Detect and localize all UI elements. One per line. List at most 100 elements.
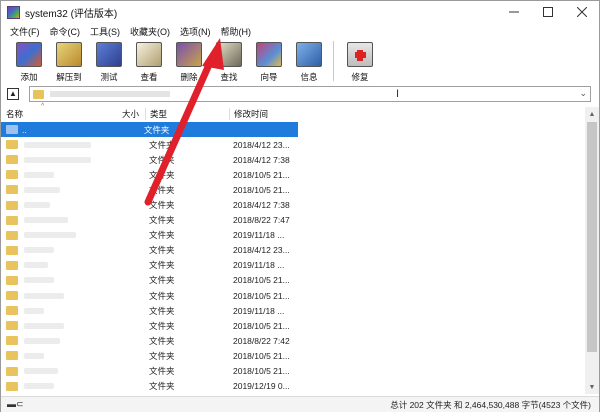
file-modified-cell: 2018/8/22 7:47 bbox=[233, 215, 290, 226]
folder-icon bbox=[33, 89, 44, 99]
file-row[interactable]: 文件夹 2018/10/5 21... bbox=[1, 288, 585, 303]
file-row[interactable]: 文件夹 2019/11/18 ... bbox=[1, 303, 585, 318]
file-type-cell: 文件夹 bbox=[149, 215, 175, 226]
file-name-blurred bbox=[24, 202, 50, 209]
column-type[interactable]: 类型 bbox=[145, 108, 229, 120]
info-icon bbox=[296, 42, 322, 67]
file-name-blurred bbox=[24, 186, 60, 193]
file-type-cell: 文件夹 bbox=[149, 320, 175, 331]
test-button[interactable]: 测试 bbox=[89, 39, 129, 83]
file-type-cell: 文件夹 bbox=[149, 335, 175, 346]
wizard-button[interactable]: 向导 bbox=[249, 39, 289, 83]
menu-help[interactable]: 帮助(H) bbox=[216, 25, 257, 38]
file-row[interactable]: 文件夹 2018/10/5 21... bbox=[1, 318, 585, 333]
file-name-cell bbox=[1, 381, 91, 391]
file-name-cell bbox=[1, 230, 91, 240]
scroll-up-icon[interactable]: ▲ bbox=[585, 107, 599, 121]
close-button[interactable] bbox=[565, 1, 599, 23]
parent-folder-row[interactable]: .. 文件夹 bbox=[1, 122, 298, 138]
file-modified-cell: 2018/4/12 23... bbox=[233, 245, 290, 256]
folder-icon bbox=[6, 306, 18, 316]
repair-button[interactable]: 修复 bbox=[340, 39, 380, 83]
vertical-scrollbar[interactable]: ▲ ▼ bbox=[585, 107, 599, 394]
file-row[interactable]: 文件夹 2019/11/18 ... bbox=[1, 228, 585, 243]
column-name[interactable]: ^ 名称 bbox=[1, 103, 91, 120]
file-name-cell bbox=[1, 170, 91, 180]
minimize-icon bbox=[509, 11, 519, 13]
file-modified-cell: 2018/4/12 7:38 bbox=[233, 200, 290, 211]
file-modified-cell: 2018/10/5 21... bbox=[233, 169, 290, 180]
file-row[interactable]: 文件夹 2018/10/5 21... bbox=[1, 273, 585, 288]
file-name-blurred bbox=[24, 232, 76, 239]
menu-commands[interactable]: 命令(C) bbox=[45, 25, 86, 38]
column-size-label: 大小 bbox=[121, 109, 139, 119]
file-name-blurred bbox=[24, 247, 54, 254]
file-row[interactable]: 文件夹 2018/10/5 21... bbox=[1, 182, 585, 197]
file-row[interactable]: 文件夹 2018/4/12 7:38 bbox=[1, 197, 585, 212]
view-button[interactable]: 查看 bbox=[129, 39, 169, 83]
scrollbar-thumb[interactable] bbox=[587, 122, 597, 352]
up-one-level-button[interactable]: ▲ bbox=[7, 88, 19, 100]
repair-icon bbox=[347, 42, 373, 67]
column-modified[interactable]: 修改时间 bbox=[229, 108, 309, 120]
path-field[interactable]: I ⌄ bbox=[29, 86, 591, 102]
add-button[interactable]: 添加 bbox=[9, 39, 49, 83]
view-icon bbox=[136, 42, 162, 67]
file-row[interactable]: 文件夹 2018/10/5 21... bbox=[1, 348, 585, 363]
file-type-cell: 文件夹 bbox=[149, 169, 175, 180]
folder-icon bbox=[6, 185, 18, 195]
folder-icon bbox=[6, 230, 18, 240]
file-type-cell: 文件夹 bbox=[149, 381, 175, 392]
folder-icon bbox=[6, 321, 18, 331]
file-type-cell: 文件夹 bbox=[149, 230, 175, 241]
file-row[interactable]: 文件夹 2018/4/12 7:38 bbox=[1, 152, 585, 167]
extract-to-button[interactable]: 解压到 bbox=[49, 39, 89, 83]
folder-icon bbox=[6, 260, 18, 270]
file-name-cell bbox=[1, 321, 91, 331]
file-type-cell: 文件夹 bbox=[149, 275, 175, 286]
column-size[interactable]: 大小 bbox=[91, 108, 145, 120]
file-modified-cell: 2018/4/12 23... bbox=[233, 139, 290, 150]
menu-options[interactable]: 选项(N) bbox=[175, 25, 216, 38]
file-name-cell bbox=[1, 215, 91, 225]
file-name-blurred bbox=[24, 368, 58, 375]
file-row[interactable]: 文件夹 2019/11/18 ... bbox=[1, 258, 585, 273]
file-row[interactable]: 文件夹 2018/10/5 21... bbox=[1, 364, 585, 379]
file-modified-cell: 2018/10/5 21... bbox=[233, 366, 290, 377]
file-name-blurred bbox=[24, 337, 60, 344]
text-cursor-icon: I bbox=[396, 88, 400, 100]
find-button[interactable]: 查找 bbox=[209, 39, 249, 83]
file-row[interactable]: 文件夹 2018/4/12 23... bbox=[1, 243, 585, 258]
extract-to-label: 解压到 bbox=[56, 72, 82, 82]
file-name-cell bbox=[1, 336, 91, 346]
file-modified-cell: 2018/10/5 21... bbox=[233, 320, 290, 331]
minimize-button[interactable] bbox=[497, 1, 531, 23]
delete-button[interactable]: 删除 bbox=[169, 39, 209, 83]
file-modified-cell: 2018/10/5 21... bbox=[233, 275, 290, 286]
menu-favorites[interactable]: 收藏夹(O) bbox=[125, 25, 175, 38]
file-row[interactable]: 文件夹 2018/8/22 7:42 bbox=[1, 333, 585, 348]
chevron-down-icon[interactable]: ⌄ bbox=[579, 88, 587, 99]
file-name-cell bbox=[1, 155, 91, 165]
file-type-cell: 文件夹 bbox=[149, 350, 175, 361]
file-modified-cell: 2019/11/18 ... bbox=[233, 260, 285, 271]
file-name-blurred bbox=[24, 171, 54, 178]
file-row[interactable]: 文件夹 2018/10/5 21... bbox=[1, 167, 585, 182]
status-summary: 总计 202 文件夹 和 2,464,530,488 字节(4523 个文件) bbox=[390, 399, 591, 410]
path-text-blurred bbox=[50, 91, 170, 97]
scroll-down-icon[interactable]: ▼ bbox=[585, 380, 599, 394]
info-button[interactable]: 信息 bbox=[289, 39, 329, 83]
file-type-cell: 文件夹 bbox=[149, 305, 175, 316]
file-row[interactable]: 文件夹 2018/8/22 7:47 bbox=[1, 213, 585, 228]
file-name-blurred bbox=[24, 383, 54, 390]
info-label: 信息 bbox=[300, 72, 318, 82]
menu-file[interactable]: 文件(F) bbox=[5, 25, 45, 38]
folder-icon bbox=[6, 366, 18, 376]
menu-tools[interactable]: 工具(S) bbox=[85, 25, 125, 38]
file-row[interactable]: 文件夹 2018/4/12 23... bbox=[1, 137, 585, 152]
repair-label: 修复 bbox=[351, 72, 369, 82]
close-icon bbox=[577, 7, 587, 17]
file-name-cell bbox=[1, 185, 91, 195]
file-row[interactable]: 文件夹 2019/12/19 0... bbox=[1, 379, 585, 394]
maximize-button[interactable] bbox=[531, 1, 565, 23]
